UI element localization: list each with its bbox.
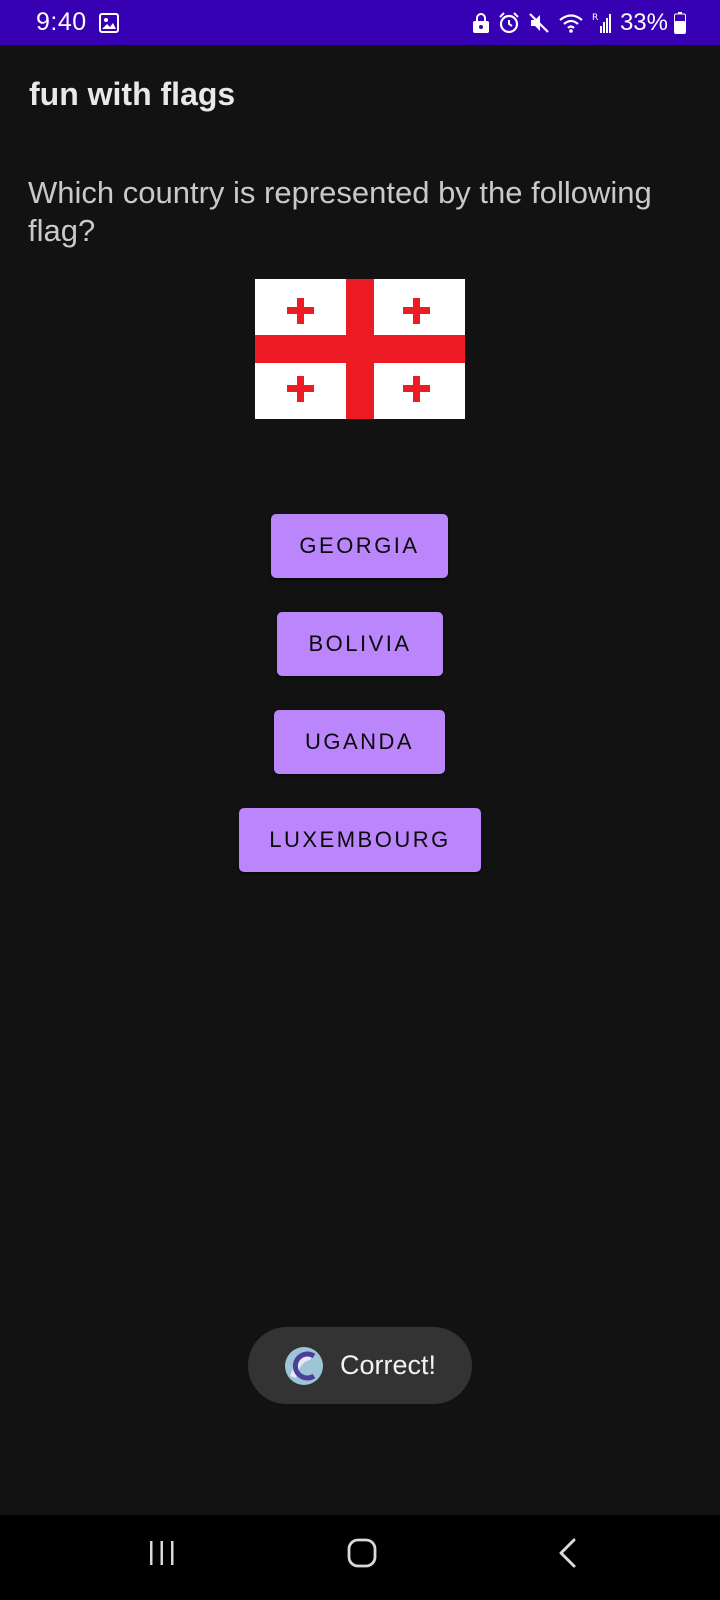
navigation-bar <box>0 1515 720 1600</box>
alarm-icon <box>499 11 519 33</box>
status-left: 9:40 <box>36 8 119 37</box>
battery-icon <box>674 11 686 34</box>
mute-icon <box>529 12 549 33</box>
georgia-flag-image <box>255 279 465 419</box>
question-text: Which country is represented by the foll… <box>28 175 652 248</box>
answer-button-luxembourg[interactable]: LUXEMBOURG <box>239 808 481 872</box>
battery-percent: 33% <box>619 8 668 36</box>
vpn-lock-icon <box>472 12 489 33</box>
toast-message: Correct! <box>340 1350 437 1380</box>
svg-text:R: R <box>592 13 598 23</box>
status-bar: 9:40 R 33% <box>0 0 720 45</box>
recents-icon[interactable] <box>146 1537 178 1569</box>
app-icon <box>285 1346 323 1385</box>
answer-button-bolivia[interactable]: BOLIVIA <box>277 612 443 676</box>
toast: Correct! <box>248 1327 472 1404</box>
app-title: fun with flags <box>29 76 236 112</box>
gallery-icon <box>98 12 119 33</box>
answer-button-uganda[interactable]: UGANDA <box>274 710 445 774</box>
wifi-icon <box>559 13 583 33</box>
status-right: R 33% <box>472 9 686 37</box>
signal-icon: R <box>592 13 611 33</box>
back-icon[interactable] <box>552 1537 584 1569</box>
status-time: 9:40 <box>36 8 87 36</box>
home-icon[interactable] <box>346 1537 378 1569</box>
answer-button-georgia[interactable]: GEORGIA <box>271 514 448 578</box>
